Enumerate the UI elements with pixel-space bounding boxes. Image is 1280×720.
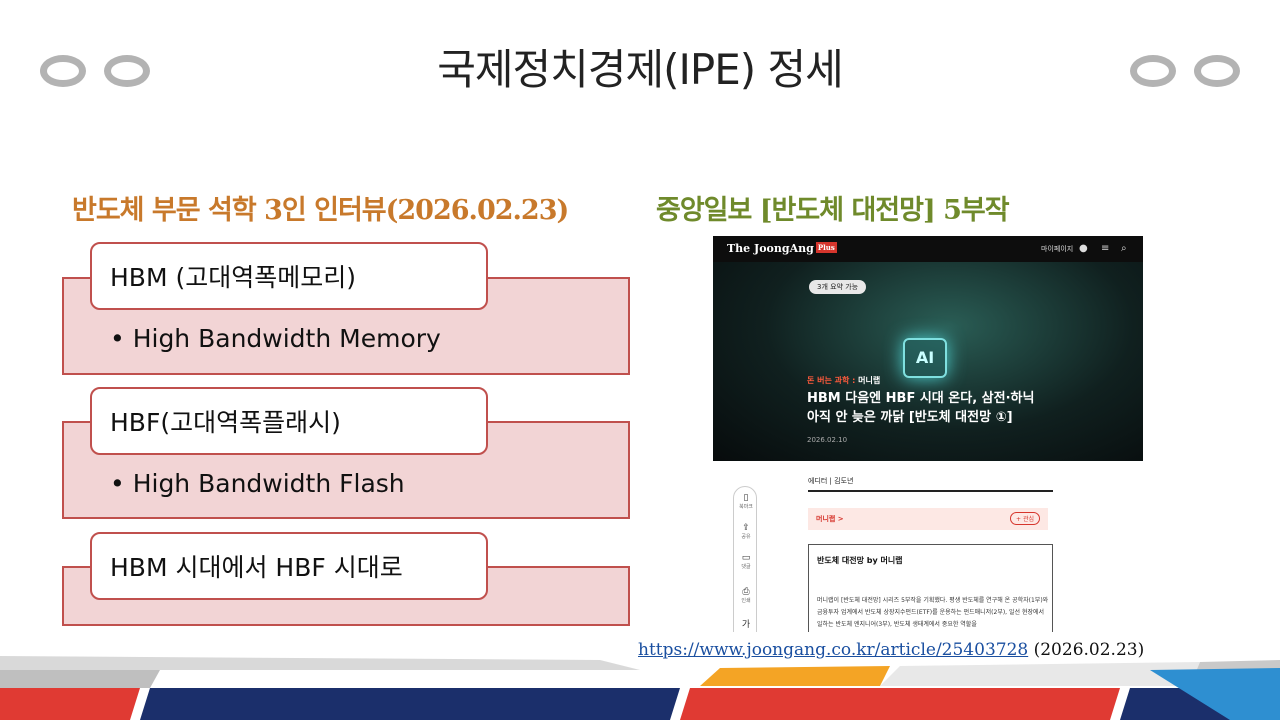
article-headline: HBM 다음엔 HBF 시대 온다, 삼전·하닉 아직 안 늦은 까닭 [반도체… xyxy=(807,391,1035,425)
mypage-link: 마이페이지 xyxy=(1041,245,1074,253)
subtitle-interview: 반도체 부문 석학 3인 인터뷰(2026.02.23) xyxy=(72,195,569,226)
article-kicker: 돈 버는 과학 : 머니랩 xyxy=(807,376,881,385)
summary-text: 머니랩이 [반도체 대전망] 시리즈 5부작을 기획했다. 평생 반도체를 연구… xyxy=(817,597,1049,628)
article-hero-image: AI 3개 요약 가능 돈 버는 과학 : 머니랩 HBM 다음엔 HBF 시대… xyxy=(713,236,1143,461)
term-box-hbf: HBF(고대역폭플래시) xyxy=(90,387,488,455)
article-byline: 에디터 | 김도년 xyxy=(808,477,854,485)
ai-chip-graphic: AI xyxy=(903,338,947,378)
share-icon: ⇪ 공유 xyxy=(741,523,751,540)
article-screenshot: AI 3개 요약 가능 돈 버는 과학 : 머니랩 HBM 다음엔 HBF 시대… xyxy=(713,236,1143,632)
series-summary-box: 반도체 대전망 by 머니랩 머니랩이 [반도체 대전망] 시리즈 5부작을 기… xyxy=(808,544,1053,632)
term-box-transition: HBM 시대에서 HBF 시대로 xyxy=(90,532,488,600)
term-detail-hbf: • High Bandwidth Flash xyxy=(110,469,405,498)
term-detail-hbm: • High Bandwidth Memory xyxy=(110,324,441,353)
article-side-toolbar: ▯ 북마크 ⇪ 공유 ▭ 댓글 ⎙ 인쇄 가 xyxy=(733,486,757,632)
summary-pill: 3개 요약 가능 xyxy=(809,280,867,294)
avatar: ● xyxy=(1079,243,1088,254)
term-box-hbm: HBM (고대역폭메모리) xyxy=(90,242,488,310)
print-icon: ⎙ 인쇄 xyxy=(741,587,751,604)
comment-icon: ▭ 댓글 xyxy=(741,553,751,570)
font-icon: 가 xyxy=(741,620,751,630)
slide-title: 국제정치경제(IPE) 정세 xyxy=(437,45,844,94)
article-nav-bar: The JoongAng Plus 마이페이지 ● ≡ ⌕ xyxy=(713,236,1143,262)
follow-button: + 관심 xyxy=(1010,512,1040,525)
menu-icon: ≡ xyxy=(1101,243,1110,254)
article-date: 2026.02.10 xyxy=(807,436,848,444)
search-icon: ⌕ xyxy=(1121,243,1127,254)
divider xyxy=(808,490,1053,492)
series-bar: 머니랩 > + 관심 xyxy=(808,508,1048,530)
series-label: 머니랩 > xyxy=(816,515,844,523)
joongang-logo: The JoongAng Plus xyxy=(727,242,837,255)
footer-stripes xyxy=(0,656,1280,720)
summary-title: 반도체 대전망 by 머니랩 xyxy=(817,556,903,565)
bookmark-icon: ▯ 북마크 xyxy=(739,493,753,510)
subtitle-series: 중앙일보 [반도체 대전망] 5부작 xyxy=(656,195,1010,226)
